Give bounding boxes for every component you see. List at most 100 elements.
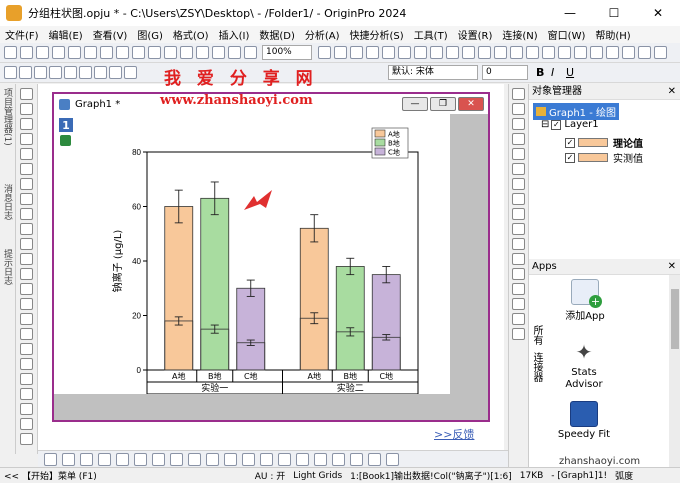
tool-button-icon[interactable] — [20, 208, 33, 220]
toolbar-button-icon[interactable] — [590, 46, 603, 59]
tool-button-icon[interactable] — [20, 253, 33, 265]
toolbar-button-icon[interactable] — [224, 453, 237, 466]
toolbar-button-icon[interactable] — [244, 46, 257, 59]
collapse-icon[interactable]: ⊟ — [541, 119, 549, 130]
toolbar-button-icon[interactable] — [132, 46, 145, 59]
toolbar-button-icon[interactable] — [478, 46, 491, 59]
toolbar-button-icon[interactable] — [4, 46, 17, 59]
tool-button-icon[interactable] — [20, 133, 33, 145]
toolbar-button-icon[interactable] — [260, 453, 273, 466]
toolbar-button-icon[interactable] — [84, 46, 97, 59]
tool-button-icon[interactable] — [512, 238, 525, 250]
toolbar-button-icon[interactable] — [398, 46, 411, 59]
toolbar-button-icon[interactable] — [188, 453, 201, 466]
tool-button-icon[interactable] — [512, 298, 525, 310]
toolbar-button-icon[interactable] — [44, 453, 57, 466]
toolbar-button-icon[interactable] — [526, 46, 539, 59]
tool-button-icon[interactable] — [20, 88, 33, 100]
tool-button-icon[interactable] — [20, 178, 33, 190]
toolbar-button-icon[interactable] — [638, 46, 651, 59]
toolbar-button-icon[interactable] — [80, 453, 93, 466]
toolbar-button-icon[interactable] — [36, 46, 49, 59]
project-explorer-tab[interactable]: 项目管理器(1) — [2, 88, 14, 146]
status-start-menu[interactable]: << 【开始】菜单 (F1) — [0, 469, 101, 482]
layer-1-badge[interactable]: 1 — [59, 118, 73, 132]
underline-button[interactable]: U — [566, 66, 574, 79]
toolbar-button-icon[interactable] — [654, 46, 667, 59]
tool-button-icon[interactable] — [20, 238, 33, 250]
tool-button-icon[interactable] — [20, 298, 33, 310]
tool-button-icon[interactable] — [20, 358, 33, 370]
tool-button-icon[interactable] — [20, 388, 33, 400]
add-app-item[interactable]: + 添加App — [553, 279, 617, 322]
menu-help[interactable]: 帮助(H) — [590, 27, 635, 42]
tree-graph-node[interactable]: Graph1 - 绘图 — [533, 103, 620, 120]
toolbar-button-icon[interactable] — [148, 46, 161, 59]
tool-button-icon[interactable] — [512, 118, 525, 130]
toolbar-button-icon[interactable] — [49, 66, 62, 79]
tool-button-icon[interactable] — [20, 433, 33, 445]
toolbar-button-icon[interactable] — [368, 453, 381, 466]
tool-button-icon[interactable] — [512, 163, 525, 175]
toolbar-button-icon[interactable] — [206, 453, 219, 466]
toolbar-button-icon[interactable] — [4, 66, 17, 79]
status-au[interactable]: AU : 开 — [251, 469, 290, 482]
toolbar-button-icon[interactable] — [196, 46, 209, 59]
toolbar-button-icon[interactable] — [64, 66, 77, 79]
toolbar-button-icon[interactable] — [100, 46, 113, 59]
toolbar-button-icon[interactable] — [366, 46, 379, 59]
font-combo[interactable]: 默认: 宋体 — [388, 65, 478, 80]
maximize-button[interactable]: ☐ — [592, 0, 636, 26]
plot-checkbox[interactable]: ✓ — [565, 137, 575, 148]
toolbar-button-icon[interactable] — [98, 453, 111, 466]
toolbar-button-icon[interactable] — [52, 46, 65, 59]
toolbar-button-icon[interactable] — [414, 46, 427, 59]
menu-connect[interactable]: 连接(N) — [497, 27, 542, 42]
tool-button-icon[interactable] — [512, 313, 525, 325]
panel-close-icon[interactable]: ✕ — [668, 84, 676, 100]
graph-minimize-button[interactable]: — — [402, 97, 428, 111]
toolbar-button-icon[interactable] — [62, 453, 75, 466]
tool-button-icon[interactable] — [20, 283, 33, 295]
status-unit[interactable]: 弧度 — [611, 469, 637, 482]
toolbar-button-icon[interactable] — [152, 453, 165, 466]
toolbar-button-icon[interactable] — [134, 453, 147, 466]
toolbar-button-icon[interactable] — [606, 46, 619, 59]
tool-button-icon[interactable] — [512, 268, 525, 280]
toolbar-button-icon[interactable] — [542, 46, 555, 59]
toolbar-button-icon[interactable] — [386, 453, 399, 466]
toolbar-button-icon[interactable] — [350, 46, 363, 59]
toolbar-button-icon[interactable] — [334, 46, 347, 59]
tool-button-icon[interactable] — [20, 373, 33, 385]
feedback-link[interactable]: >>反馈 — [434, 426, 474, 442]
menu-tools[interactable]: 工具(T) — [409, 27, 453, 42]
lock-icon[interactable] — [60, 135, 71, 146]
toolbar-button-icon[interactable] — [622, 46, 635, 59]
menu-insert[interactable]: 插入(I) — [214, 27, 255, 42]
toolbar-button-icon[interactable] — [228, 46, 241, 59]
apps-scroll-thumb[interactable] — [671, 289, 679, 349]
panel-close-icon[interactable]: ✕ — [668, 259, 676, 275]
toolbar-button-icon[interactable] — [296, 453, 309, 466]
toolbar-button-icon[interactable] — [116, 453, 129, 466]
toolbar-button-icon[interactable] — [332, 453, 345, 466]
toolbar-button-icon[interactable] — [68, 46, 81, 59]
plot-checkbox[interactable]: ✓ — [565, 152, 575, 163]
toolbar-button-icon[interactable] — [19, 66, 32, 79]
messages-log-tab[interactable]: 消息日志 — [2, 184, 14, 220]
toolbar-button-icon[interactable] — [430, 46, 443, 59]
toolbar-button-icon[interactable] — [180, 46, 193, 59]
graph-restore-button[interactable]: ❐ — [430, 97, 456, 111]
toolbar-button-icon[interactable] — [242, 453, 255, 466]
toolbar-button-icon[interactable] — [34, 66, 47, 79]
tree-layer-node[interactable]: ⊟ ✓ Layer1 — [541, 119, 599, 130]
toolbar-button-icon[interactable] — [20, 46, 33, 59]
toolbar-button-icon[interactable] — [116, 46, 129, 59]
menu-settings[interactable]: 设置(R) — [453, 27, 498, 42]
menu-data[interactable]: 数据(D) — [254, 27, 300, 42]
tool-button-icon[interactable] — [20, 343, 33, 355]
toolbar-button-icon[interactable] — [109, 66, 122, 79]
tool-button-icon[interactable] — [512, 223, 525, 235]
tool-button-icon[interactable] — [512, 133, 525, 145]
tool-button-icon[interactable] — [512, 208, 525, 220]
